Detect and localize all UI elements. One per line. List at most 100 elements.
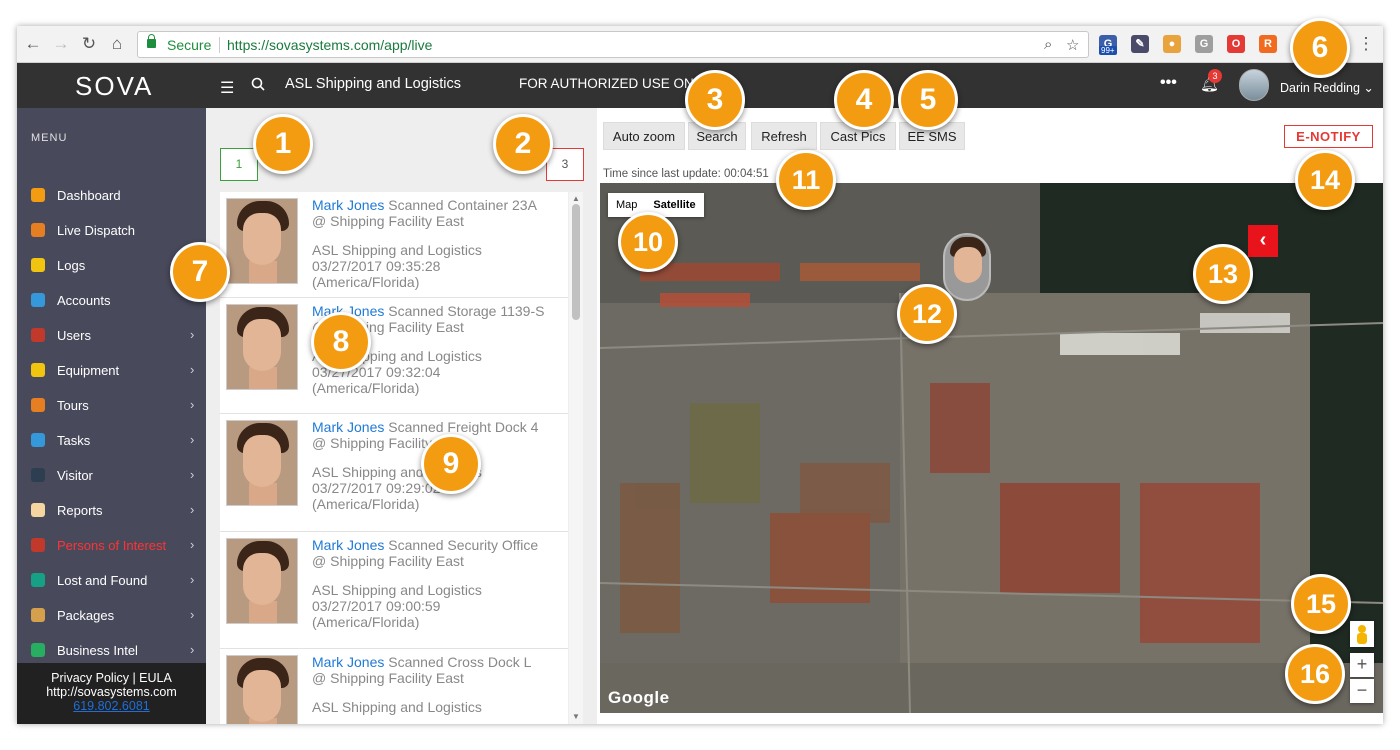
tasks-icon xyxy=(31,433,45,447)
zoom-in-button[interactable]: + xyxy=(1350,653,1374,677)
address-bar[interactable]: Secure https://sovasystems.com/app/live … xyxy=(137,31,1089,58)
phone-link[interactable]: 619.802.6081 xyxy=(17,699,206,713)
list-item[interactable]: Mark Jones Scanned Storage 1139-S @ Shipp… xyxy=(220,298,568,414)
chevron-right-icon: › xyxy=(190,572,195,587)
avatar[interactable] xyxy=(1239,69,1269,101)
page-button-first[interactable]: 1 xyxy=(220,148,258,181)
zoom-out-button[interactable]: − xyxy=(1350,679,1374,703)
person-icon xyxy=(31,538,45,552)
accounts-icon xyxy=(31,293,45,307)
sidebar-item-label: Packages xyxy=(57,608,115,623)
pencil-icon xyxy=(31,258,45,272)
home-icon[interactable]: ⌂ xyxy=(107,34,127,54)
sidebar-item-reports[interactable]: Reports › xyxy=(17,494,206,529)
browser-window: ← → ↻ ⌂ Secure https://sovasystems.com/a… xyxy=(17,26,1383,724)
entry-user-link[interactable]: Mark Jones xyxy=(312,537,384,553)
feed-scrollbar[interactable]: ▲ ▼ xyxy=(569,192,583,724)
list-item[interactable]: Mark Jones Scanned Container 23A @ Shippi… xyxy=(220,192,568,298)
entry-action: Scanned Container 23A xyxy=(388,197,537,213)
back-icon[interactable]: ← xyxy=(23,34,43,54)
sidebar-item-equipment[interactable]: Equipment › xyxy=(17,354,206,389)
list-item[interactable]: Mark Jones Scanned Cross Dock L @ Shippin… xyxy=(220,649,568,724)
entry-time: 03/27/2017 09:35:28 xyxy=(312,258,441,274)
authorized-notice: FOR AUTHORIZED USE ONLY xyxy=(519,76,710,91)
user-menu[interactable]: Darin Redding ⌄ xyxy=(1280,80,1374,95)
callout-marker-6: 6 xyxy=(1290,18,1350,78)
home-icon xyxy=(31,188,45,202)
website-link[interactable]: http://sovasystems.com xyxy=(17,685,206,699)
sidebar-item-label: Tours xyxy=(57,398,89,413)
eyedropper-icon[interactable]: ✎ xyxy=(1131,35,1149,53)
browser-toolbar: ← → ↻ ⌂ Secure https://sovasystems.com/a… xyxy=(17,26,1383,63)
sidebar-item-label: Equipment xyxy=(57,363,120,378)
sidebar-item-tasks[interactable]: Tasks › xyxy=(17,424,206,459)
legal-links[interactable]: Privacy Policy | EULA xyxy=(17,671,206,685)
helmet-icon xyxy=(31,363,45,377)
scroll-down-icon[interactable]: ▼ xyxy=(572,712,580,721)
chevron-right-icon: › xyxy=(190,327,195,342)
callout-marker-13: 13 xyxy=(1193,244,1253,304)
time-since-update: Time since last update: 00:04:51 xyxy=(603,168,769,180)
reload-icon[interactable]: ↻ xyxy=(79,34,99,54)
callout-marker-9: 9 xyxy=(421,434,481,494)
sidebar-item-users[interactable]: Users › xyxy=(17,319,206,354)
zoom-lens-icon[interactable]: ⌕ xyxy=(1044,36,1052,53)
search-icon[interactable] xyxy=(251,77,265,91)
callout-marker-2: 2 xyxy=(493,114,553,174)
more-options-icon[interactable]: ••• xyxy=(1160,74,1177,92)
url-text[interactable]: https://sovasystems.com/app/live xyxy=(227,37,432,53)
palette-icon[interactable]: ● xyxy=(1163,35,1181,53)
entry-time: 03/27/2017 09:00:59 xyxy=(312,598,441,614)
kebab-menu-icon[interactable]: ⋮ xyxy=(1356,34,1376,54)
user-name: Darin Redding xyxy=(1280,81,1360,95)
refresh-button[interactable]: Refresh xyxy=(751,122,817,150)
cube-icon xyxy=(31,643,45,657)
shield-icon xyxy=(31,223,45,237)
entry-timezone: (America/Florida) xyxy=(312,380,420,396)
live-map-panel: Auto zoom Search Refresh Cast Pics EE SM… xyxy=(597,108,1383,724)
secure-label: Secure xyxy=(167,37,212,53)
street-view-pegman-icon[interactable] xyxy=(1350,621,1374,647)
opera-icon[interactable]: O xyxy=(1227,35,1245,53)
sidebar-item-persons-of-interest[interactable]: Persons of Interest › xyxy=(17,529,206,564)
user-location-marker[interactable] xyxy=(943,233,991,301)
auto-zoom-button[interactable]: Auto zoom xyxy=(603,122,685,150)
list-item[interactable]: Mark Jones Scanned Security Office @ Ship… xyxy=(220,532,568,649)
scroll-thumb[interactable] xyxy=(572,204,580,320)
satellite-imagery xyxy=(600,183,1383,713)
chevron-right-icon: › xyxy=(190,607,195,622)
satellite-map[interactable]: Map Satellite ‹ + − Google xyxy=(600,183,1383,713)
e-notify-button[interactable]: E-NOTIFY xyxy=(1284,125,1373,148)
chevron-right-icon: › xyxy=(190,502,195,517)
sidebar-item-packages[interactable]: Packages › xyxy=(17,599,206,634)
hamburger-icon[interactable]: ☰ xyxy=(220,78,234,98)
sidebar-item-tours[interactable]: Tours › xyxy=(17,389,206,424)
entry-user-link[interactable]: Mark Jones xyxy=(312,419,384,435)
collapse-panel-button[interactable]: ‹ xyxy=(1248,225,1278,257)
chevron-right-icon: › xyxy=(190,537,195,552)
sidebar-item-dashboard[interactable]: Dashboard xyxy=(17,179,206,214)
entry-user-link[interactable]: Mark Jones xyxy=(312,654,384,670)
sova-logo[interactable]: SOVA xyxy=(75,71,153,102)
lost-found-icon xyxy=(31,573,45,587)
sidebar-item-lost-and-found[interactable]: Lost and Found › xyxy=(17,564,206,599)
callout-marker-7: 7 xyxy=(170,242,230,302)
grammarly-icon[interactable]: G xyxy=(1195,35,1213,53)
sidebar-item-live-dispatch[interactable]: Live Dispatch xyxy=(17,214,206,249)
page-button-last[interactable]: 3 xyxy=(546,148,584,181)
star-icon[interactable]: ☆ xyxy=(1066,36,1079,54)
callout-marker-11: 11 xyxy=(776,150,836,210)
scroll-up-icon[interactable]: ▲ xyxy=(572,194,580,203)
list-item[interactable]: Mark Jones Scanned Freight Dock 4 @ Shipp… xyxy=(220,414,568,532)
tours-icon xyxy=(31,398,45,412)
entry-user-link[interactable]: Mark Jones xyxy=(312,197,384,213)
sidebar-item-label: Persons of Interest xyxy=(57,538,167,553)
sidebar-item-visitor[interactable]: Visitor › xyxy=(17,459,206,494)
sidebar-item-label: Visitor xyxy=(57,468,93,483)
chevron-right-icon: › xyxy=(190,397,195,412)
chevron-down-icon: ⌄ xyxy=(1363,81,1374,95)
google-attribution: Google xyxy=(608,688,670,707)
rss-icon[interactable]: R xyxy=(1259,35,1277,53)
forward-icon[interactable]: → xyxy=(51,34,71,54)
entry-org: ASL Shipping and Logistics xyxy=(312,582,482,598)
